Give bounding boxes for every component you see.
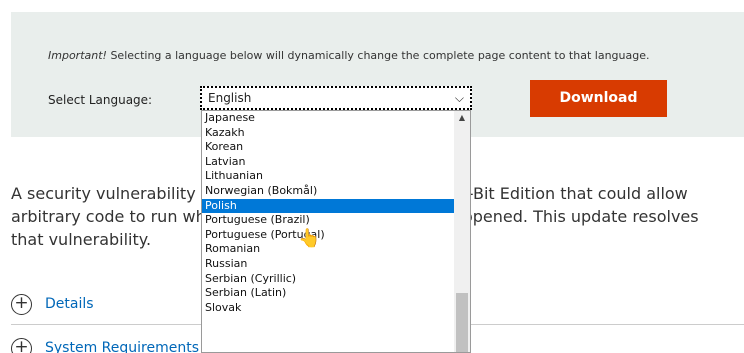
language-option[interactable]: Serbian (Latin): [202, 286, 455, 301]
download-button[interactable]: Download: [530, 80, 667, 117]
mouse-pointer-icon: 👆: [298, 228, 321, 249]
language-option[interactable]: Latvian: [202, 155, 455, 170]
scroll-thumb[interactable]: [456, 293, 468, 352]
system-requirements-label: System Requirements: [45, 340, 199, 353]
details-label: Details: [45, 296, 94, 312]
language-option[interactable]: Korean: [202, 140, 455, 155]
language-option[interactable]: Serbian (Cyrillic): [202, 272, 455, 287]
select-language-label: Select Language:: [48, 93, 153, 107]
dropdown-scrollbar[interactable]: ▲: [454, 111, 470, 352]
language-option[interactable]: Portuguese (Brazil): [202, 213, 455, 228]
expand-plus-icon: +: [11, 337, 32, 353]
language-option[interactable]: Romanian: [202, 242, 455, 257]
chevron-down-icon: ⌵: [454, 91, 464, 105]
expand-plus-icon: +: [11, 293, 32, 315]
language-option[interactable]: Lithuanian: [202, 169, 455, 184]
language-option[interactable]: Slovak: [202, 301, 455, 316]
language-option[interactable]: Kazakh: [202, 126, 455, 141]
language-option[interactable]: Norwegian (Bokmål): [202, 184, 455, 199]
language-select-value: English: [208, 91, 252, 105]
language-option-highlighted[interactable]: Polish: [202, 198, 455, 214]
language-option[interactable]: Russian: [202, 257, 455, 272]
system-requirements-expander[interactable]: + System Requirements: [11, 336, 199, 353]
details-expander[interactable]: + Details: [11, 292, 94, 316]
language-dropdown-list[interactable]: Japanese Kazakh Korean Latvian Lithuania…: [201, 110, 471, 353]
notice-important: Important!: [48, 49, 107, 62]
language-notice: Important! Selecting a language below wi…: [48, 49, 649, 62]
scroll-up-arrow-icon[interactable]: ▲: [454, 113, 470, 122]
language-option[interactable]: Japanese: [202, 111, 455, 126]
language-select[interactable]: English ⌵: [200, 86, 472, 110]
language-option[interactable]: Portuguese (Portugal): [202, 228, 455, 243]
notice-text: Selecting a language below will dynamica…: [106, 49, 650, 62]
